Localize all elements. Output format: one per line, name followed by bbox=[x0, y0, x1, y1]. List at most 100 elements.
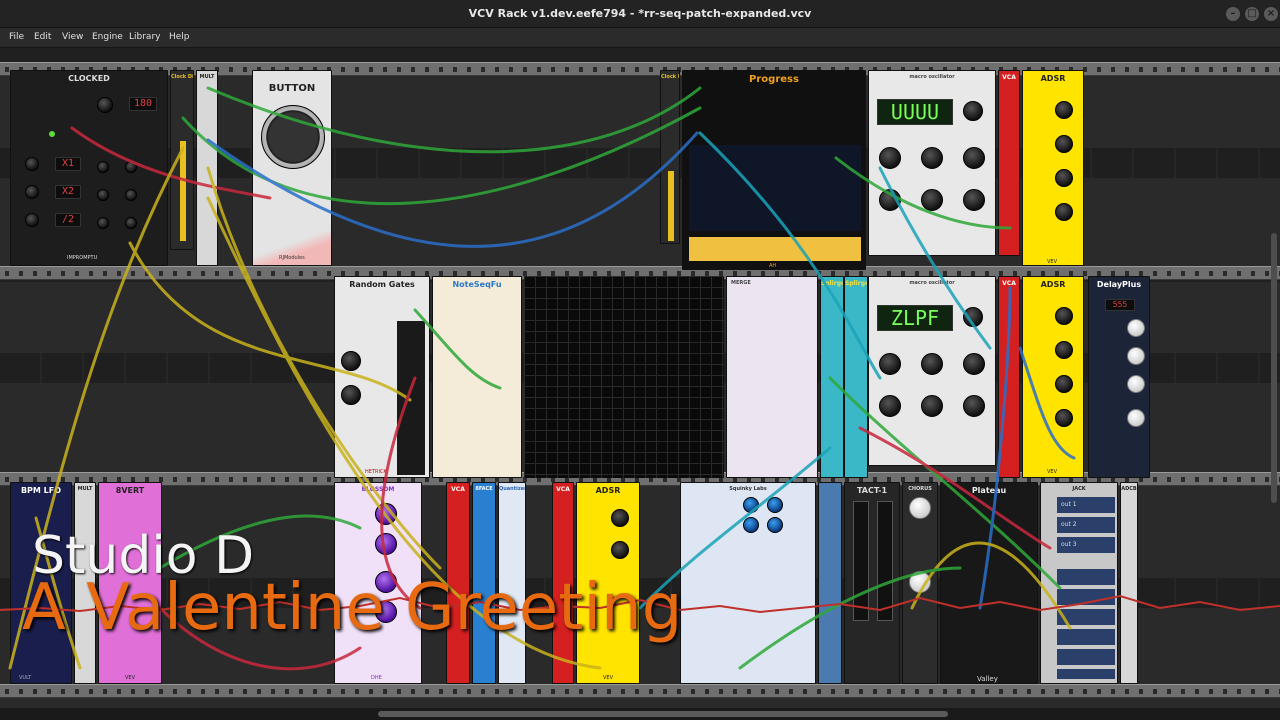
module-progress[interactable]: Progress AH bbox=[682, 70, 866, 270]
module-button[interactable]: BUTTON RJModules bbox=[252, 70, 332, 266]
module-delayplus[interactable]: DelayPlus 555 bbox=[1088, 276, 1150, 478]
feedback-knob[interactable] bbox=[1127, 347, 1145, 365]
sustain-knob[interactable] bbox=[1055, 375, 1073, 393]
menu-library[interactable]: Library bbox=[129, 32, 160, 42]
max-knob[interactable] bbox=[341, 385, 361, 405]
menu-edit[interactable]: Edit bbox=[34, 32, 51, 42]
module-title: VCA bbox=[556, 486, 570, 493]
vertical-scrollbar[interactable] bbox=[1268, 48, 1280, 708]
module-chorus[interactable]: CHORUS bbox=[902, 482, 938, 684]
color-knob[interactable] bbox=[963, 189, 985, 211]
module-title: BLOSSOM bbox=[361, 486, 395, 493]
module-noteseqfu[interactable]: NoteSeqFu bbox=[432, 276, 522, 478]
module-random-gates[interactable]: Random Gates HETRICK bbox=[334, 276, 430, 478]
fine-knob[interactable] bbox=[879, 353, 901, 375]
jack-label[interactable]: out 1 bbox=[1057, 497, 1115, 513]
menu-view[interactable]: View bbox=[62, 32, 83, 42]
mix-knob[interactable] bbox=[743, 497, 759, 513]
module-mult[interactable]: MULT bbox=[196, 70, 218, 266]
touch-strip[interactable] bbox=[853, 501, 869, 621]
release-knob[interactable] bbox=[1055, 409, 1073, 427]
module-adc[interactable]: ADCB bbox=[1120, 482, 1138, 684]
module-clock-divider[interactable]: Clock Divider bbox=[170, 70, 194, 250]
timbre-knob[interactable] bbox=[879, 395, 901, 417]
pw-knob[interactable] bbox=[125, 161, 137, 173]
speed-knob[interactable] bbox=[909, 497, 931, 519]
module-macro-oscillator[interactable]: macro oscillator ZLPF bbox=[868, 276, 996, 466]
color-knob[interactable] bbox=[963, 395, 985, 417]
scrollbar-thumb[interactable] bbox=[1271, 233, 1277, 503]
decay-knob[interactable] bbox=[611, 541, 629, 559]
swing-knob[interactable] bbox=[97, 217, 109, 229]
module-title: VCA bbox=[451, 486, 465, 493]
attack-knob[interactable] bbox=[1055, 307, 1073, 325]
timbre-knob[interactable] bbox=[879, 189, 901, 211]
module-jack-bank[interactable]: JACK out 1 out 2 out 3 bbox=[1040, 482, 1118, 684]
speed-knob[interactable] bbox=[375, 503, 397, 525]
minimize-button[interactable]: – bbox=[1226, 7, 1240, 21]
mix-knob[interactable] bbox=[1127, 409, 1145, 427]
menu-engine[interactable]: Engine bbox=[92, 32, 123, 42]
module-splirge[interactable]: Splirge bbox=[844, 276, 868, 478]
module-splirge[interactable]: Splirge bbox=[820, 276, 844, 478]
pw-knob[interactable] bbox=[125, 217, 137, 229]
min-knob[interactable] bbox=[341, 351, 361, 371]
drywet-knob[interactable] bbox=[909, 571, 931, 593]
module-adsr[interactable]: ADSR VEV bbox=[1022, 276, 1084, 478]
touch-strip[interactable] bbox=[877, 501, 893, 621]
mix-knob[interactable] bbox=[767, 497, 783, 513]
release-knob[interactable] bbox=[1055, 203, 1073, 221]
module-macro-oscillator[interactable]: macro oscillator UUUU bbox=[868, 70, 996, 256]
maximize-button[interactable]: □ bbox=[1245, 7, 1259, 21]
menu-help[interactable]: Help bbox=[169, 32, 190, 42]
horizontal-scrollbar[interactable] bbox=[0, 708, 1280, 720]
time-knob[interactable] bbox=[1127, 319, 1145, 337]
pw-knob[interactable] bbox=[125, 189, 137, 201]
fm-knob[interactable] bbox=[963, 353, 985, 375]
jack-label[interactable]: out 2 bbox=[1057, 517, 1115, 533]
close-button[interactable]: × bbox=[1264, 7, 1278, 21]
attack-knob[interactable] bbox=[1055, 101, 1073, 119]
color-knob[interactable] bbox=[1127, 375, 1145, 393]
ratio-knob[interactable] bbox=[25, 213, 39, 227]
jack-label[interactable]: out 3 bbox=[1057, 537, 1115, 553]
module-vca[interactable]: VCA bbox=[998, 70, 1020, 256]
edit-knob[interactable] bbox=[963, 101, 983, 121]
module-adsr[interactable]: ADSR VEV bbox=[1022, 70, 1084, 266]
big-push-button[interactable] bbox=[261, 105, 325, 169]
decay-knob[interactable] bbox=[1055, 341, 1073, 359]
swing-knob[interactable] bbox=[97, 161, 109, 173]
ratio-knob[interactable] bbox=[25, 157, 39, 171]
rack-rail bbox=[0, 684, 1280, 698]
module-plateau[interactable]: Plateau Valley bbox=[940, 482, 1038, 684]
step-gate-strip[interactable] bbox=[689, 237, 861, 261]
jack-label-column[interactable] bbox=[1057, 569, 1115, 679]
module-merge-sequencer[interactable]: MERGE bbox=[726, 276, 818, 478]
edit-knob[interactable] bbox=[963, 307, 983, 327]
coarse-knob[interactable] bbox=[921, 147, 943, 169]
bpm-knob[interactable] bbox=[97, 97, 113, 113]
module-clock-divider[interactable]: Clock Divider bbox=[660, 70, 680, 244]
rack-canvas[interactable]: CLOCKED 180 X1 X2 /2 IMPROMPTU Clock Div… bbox=[0, 48, 1280, 708]
module-vumeter[interactable] bbox=[818, 482, 842, 684]
attack-knob[interactable] bbox=[611, 509, 629, 527]
ratio-knob[interactable] bbox=[375, 533, 397, 555]
fm-knob[interactable] bbox=[963, 147, 985, 169]
sustain-knob[interactable] bbox=[1055, 169, 1073, 187]
sequencer-grid-display[interactable] bbox=[524, 276, 724, 478]
module-tact[interactable]: TACT-1 bbox=[844, 482, 900, 684]
swing-knob[interactable] bbox=[97, 189, 109, 201]
module-clocked[interactable]: CLOCKED 180 X1 X2 /2 IMPROMPTU bbox=[10, 70, 168, 266]
menu-file[interactable]: File bbox=[9, 32, 24, 42]
decay-knob[interactable] bbox=[1055, 135, 1073, 153]
modulation-knob[interactable] bbox=[921, 189, 943, 211]
fine-knob[interactable] bbox=[879, 147, 901, 169]
mix-knob[interactable] bbox=[767, 517, 783, 533]
module-mixer[interactable]: Squinky Labs bbox=[680, 482, 816, 684]
modulation-knob[interactable] bbox=[921, 395, 943, 417]
coarse-knob[interactable] bbox=[921, 353, 943, 375]
scrollbar-thumb[interactable] bbox=[378, 711, 948, 717]
module-vca[interactable]: VCA bbox=[998, 276, 1020, 478]
ratio-knob[interactable] bbox=[25, 185, 39, 199]
mix-knob[interactable] bbox=[743, 517, 759, 533]
